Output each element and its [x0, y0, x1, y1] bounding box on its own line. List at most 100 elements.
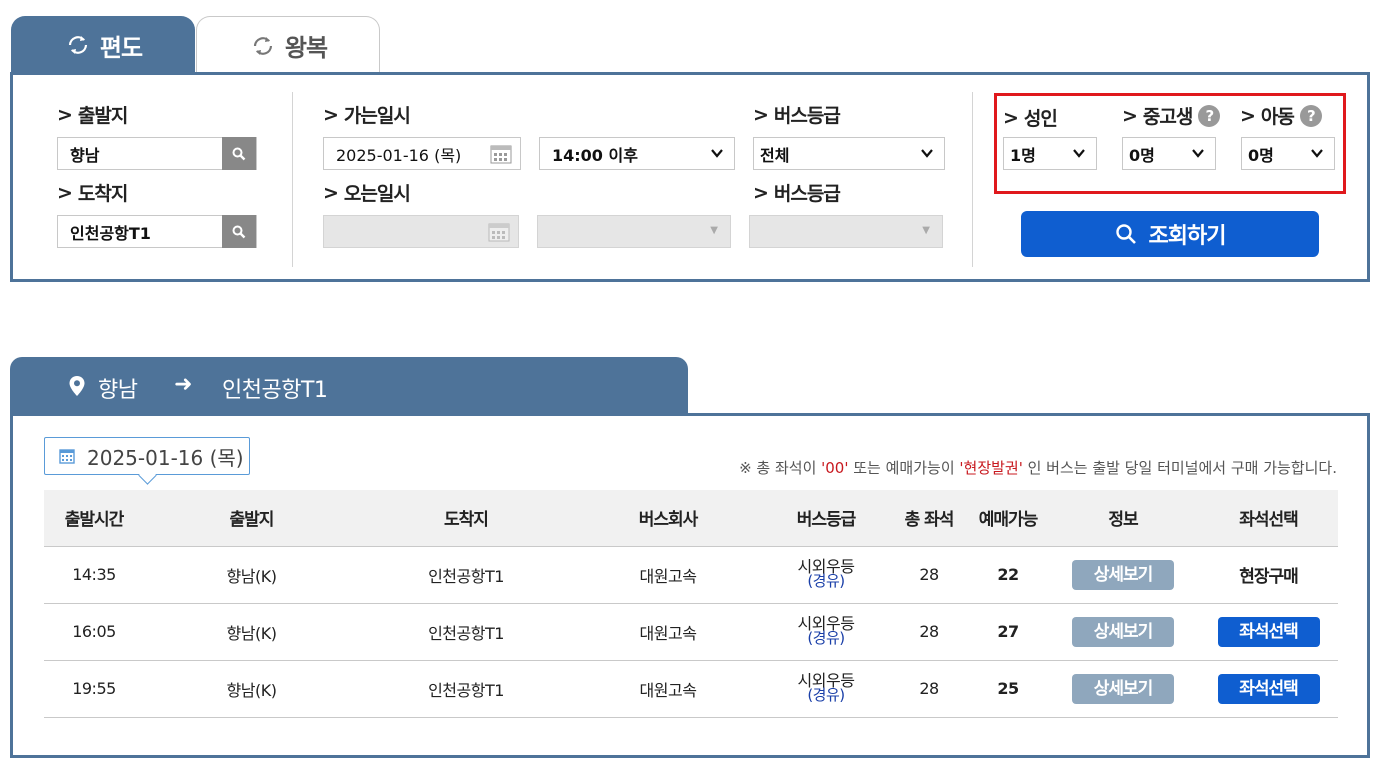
notice-text: 또는 예매가능이 [848, 459, 960, 477]
go-date-label: > 가는일시 [323, 103, 411, 128]
adult-label: > 성인 [1003, 106, 1058, 131]
arrival-terminal: 인천공항T1 [359, 660, 573, 718]
departure-field[interactable]: 향남 [57, 137, 257, 170]
route-header: 향남 ➜ 인천공항T1 [10, 357, 688, 415]
departure-terminal: 향남(K) [144, 603, 359, 661]
column-header: 예매가능 [969, 490, 1047, 547]
departure-terminal: 향남(K) [144, 546, 359, 604]
tab-round-trip[interactable]: 왕복 [196, 16, 380, 74]
column-header: 정보 [1047, 490, 1199, 547]
chevron-down-icon [921, 149, 933, 158]
column-header: 총 좌석 [889, 490, 969, 547]
student-select[interactable]: 0명 [1122, 137, 1216, 170]
arrival-value: 인천공항T1 [70, 223, 151, 243]
refresh-icon [253, 36, 273, 55]
help-icon[interactable]: ? [1198, 104, 1221, 127]
results-panel: 2025-01-16 (목) ※ 총 좌석이 '00' 또는 예매가능이 '현장… [10, 413, 1370, 758]
departure-search-button[interactable] [222, 137, 256, 170]
child-select[interactable]: 0명 [1241, 137, 1335, 170]
detail-button[interactable]: 상세보기 [1072, 616, 1174, 647]
bus-grade-select[interactable]: 전체 [753, 137, 945, 170]
notice-text: 인 버스는 출발 당일 터미널에서 구매 가능합니다. [1022, 459, 1337, 477]
child-label: > 아동 ? [1240, 102, 1322, 129]
notice-text: ※ 총 좌석이 [739, 459, 822, 477]
table-row: 14:35 향남(K) 인천공항T1 대원고속 시외우등 (경유) 28 22 상… [44, 546, 1338, 604]
bus-company: 대원고속 [573, 546, 763, 604]
chevron-down-icon [1073, 149, 1085, 158]
info-cell: 상세보기 [1047, 660, 1199, 718]
detail-button[interactable]: 상세보기 [1072, 673, 1174, 704]
departure-label: > 출발지 [57, 103, 128, 128]
help-icon[interactable]: ? [1299, 104, 1322, 127]
bus-grade-label: > 버스등급 [753, 103, 841, 128]
via-label: (경유) [807, 628, 845, 647]
chevron-down-icon [1311, 149, 1323, 158]
info-cell: 상세보기 [1047, 546, 1199, 604]
return-date-label: > 오는일시 [323, 181, 411, 206]
divider [972, 92, 973, 267]
return-bus-grade-label: > 버스등급 [753, 181, 841, 206]
column-header: 버스등급 [763, 490, 889, 547]
calendar-icon[interactable] [490, 144, 512, 164]
seat-select-button[interactable]: 좌석선택 [1217, 616, 1320, 647]
tab-one-way-label: 편도 [99, 33, 143, 62]
departure-time: 16:05 [44, 603, 144, 661]
departure-time: 14:35 [44, 546, 144, 604]
notice-highlight: '현장발권' [959, 459, 1023, 477]
magnifier-icon [232, 225, 246, 238]
arrival-terminal: 인천공항T1 [359, 546, 573, 604]
column-header: 좌석선택 [1199, 490, 1338, 547]
total-seats: 28 [889, 603, 969, 661]
departure-terminal: 향남(K) [144, 660, 359, 718]
bus-grade: 시외우등 (경유) [763, 660, 889, 718]
available-seats: 25 [969, 660, 1047, 718]
select-cell: 현장구매 [1199, 546, 1338, 604]
arrival-label: > 도착지 [57, 181, 128, 206]
return-date-field [323, 215, 519, 248]
arrival-field[interactable]: 인천공항T1 [57, 215, 257, 248]
tab-one-way[interactable]: 편도 [11, 16, 195, 74]
calendar-icon [59, 449, 75, 464]
go-date-field[interactable]: 2025-01-16 (목) [323, 137, 521, 170]
bus-grade-value: 전체 [760, 145, 790, 165]
purchase-notice: ※ 총 좌석이 '00' 또는 예매가능이 '현장발권' 인 버스는 출발 당일… [739, 457, 1337, 478]
table-row: 19:55 향남(K) 인천공항T1 대원고속 시외우등 (경유) 28 25 상… [44, 660, 1338, 718]
triangle-down-icon: ▼ [922, 225, 930, 236]
go-date-value: 2025-01-16 (목) [336, 145, 462, 165]
adult-value: 1명 [1010, 145, 1036, 165]
adult-select[interactable]: 1명 [1003, 137, 1097, 170]
total-seats: 28 [889, 546, 969, 604]
column-header: 도착지 [359, 490, 573, 547]
calendar-icon [488, 223, 510, 242]
detail-button[interactable]: 상세보기 [1072, 559, 1174, 590]
table-header-row: 출발시간 출발지 도착지 버스회사 버스등급 총 좌석 예매가능 정보 좌석선택 [44, 490, 1338, 547]
chevron-down-icon [711, 149, 723, 158]
go-time-select[interactable]: 14:00 이후 [539, 137, 735, 170]
select-cell: 좌석선택 [1199, 660, 1338, 718]
table-row: 16:05 향남(K) 인천공항T1 대원고속 시외우등 (경유) 28 27 상… [44, 603, 1338, 661]
chevron-down-icon [1192, 149, 1204, 158]
refresh-icon [68, 36, 88, 54]
departure-value: 향남 [70, 145, 100, 165]
info-cell: 상세보기 [1047, 603, 1199, 661]
triangle-down-icon: ▼ [710, 225, 718, 236]
return-bus-grade-select: ▼ [749, 215, 943, 248]
magnifier-icon [1115, 224, 1136, 244]
total-seats: 28 [889, 660, 969, 718]
search-submit-label: 조회하기 [1148, 224, 1227, 249]
arrival-search-button[interactable] [222, 215, 256, 248]
bus-schedule-table: 출발시간 출발지 도착지 버스회사 버스등급 총 좌석 예매가능 정보 좌석선택… [44, 490, 1338, 718]
column-header: 출발시간 [44, 490, 144, 547]
search-submit-button[interactable]: 조회하기 [1021, 211, 1319, 257]
seat-select-button[interactable]: 좌석선택 [1217, 673, 1320, 704]
available-seats: 22 [969, 546, 1047, 604]
student-label: > 중고생 ? [1122, 102, 1221, 129]
available-seats: 27 [969, 603, 1047, 661]
arrival-terminal: 인천공항T1 [359, 603, 573, 661]
via-label: (경유) [807, 571, 845, 590]
student-value: 0명 [1129, 145, 1155, 165]
child-value: 0명 [1248, 145, 1274, 165]
return-time-select: ▼ [537, 215, 731, 248]
notice-highlight: '00' [821, 459, 849, 477]
results-date: 2025-01-16 (목) [87, 445, 244, 470]
